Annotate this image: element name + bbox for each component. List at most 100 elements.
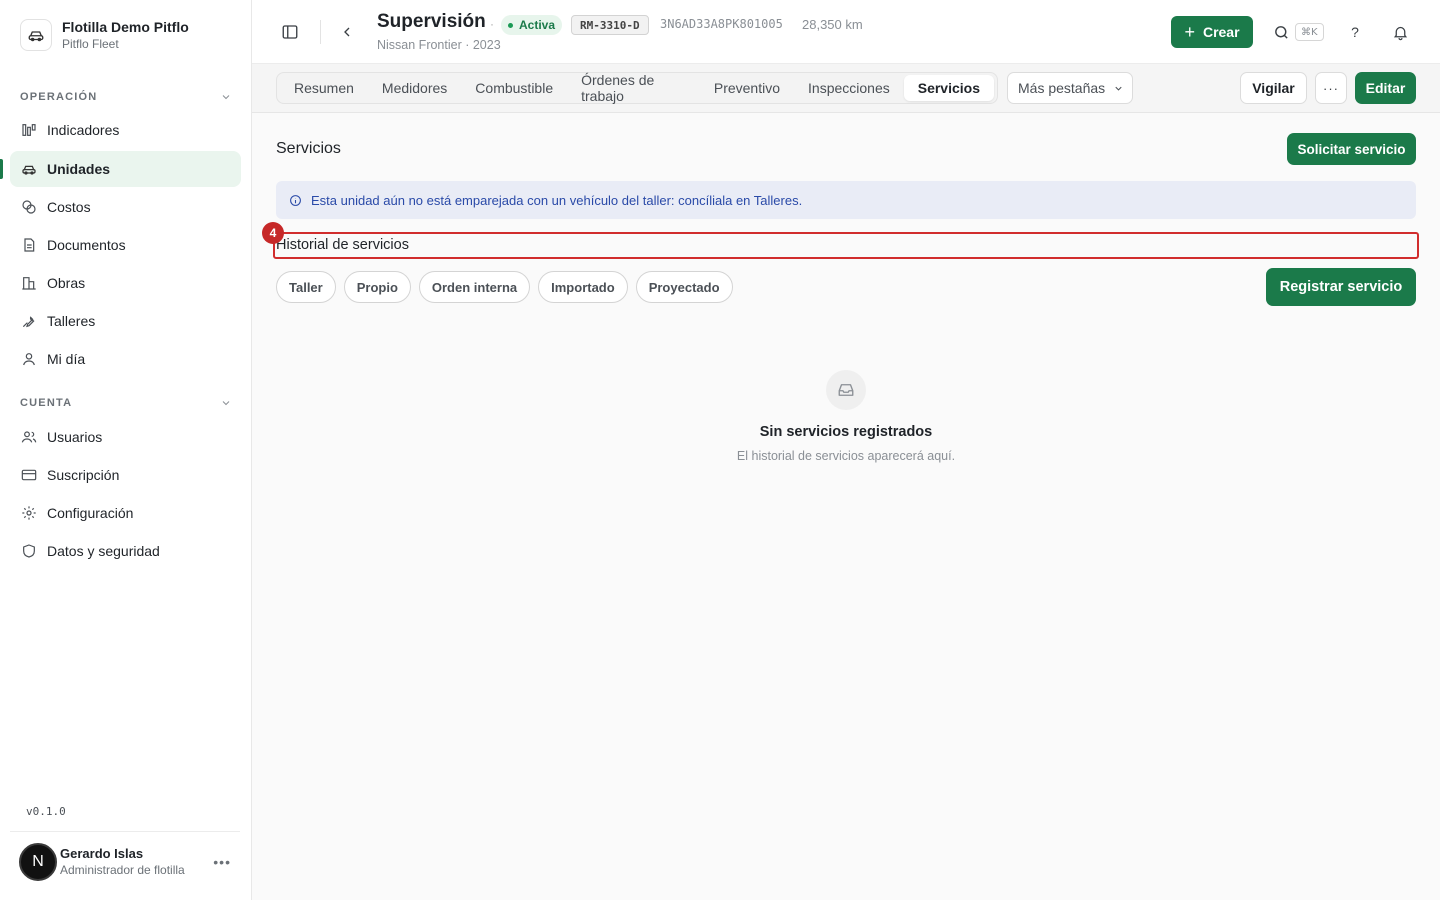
filter-chip-propio[interactable]: Propio: [343, 271, 411, 303]
back-arrow-icon[interactable]: [335, 20, 359, 44]
active-indicator: [0, 159, 3, 179]
sidebar-item-label: Datos y seguridad: [47, 543, 160, 559]
sidebar-item-costos[interactable]: Costos: [10, 189, 241, 225]
divider: [320, 20, 321, 44]
status-text: Activa: [519, 18, 556, 32]
gear-icon: [20, 505, 37, 522]
sidebar-item-documentos[interactable]: Documentos: [10, 227, 241, 263]
chevron-down-icon: [222, 401, 230, 406]
sidebar-item-label: Configuración: [47, 505, 134, 521]
user-menu[interactable]: N Gerardo Islas Administrador de flotill…: [19, 843, 239, 881]
annotation-badge: 4: [262, 222, 284, 244]
register-service-button[interactable]: Registrar servicio: [1266, 268, 1416, 306]
tab-combustible[interactable]: Combustible: [461, 75, 567, 101]
sidebar-item-label: Suscripción: [47, 467, 120, 483]
sidebar-item-unidades[interactable]: Unidades: [10, 151, 241, 187]
credit-card-icon: [20, 467, 37, 484]
more-actions-button[interactable]: ···: [1315, 72, 1347, 104]
more-tabs-dropdown[interactable]: Más pestañas: [1007, 72, 1133, 104]
divider: [10, 831, 240, 832]
filter-chips: Taller Propio Orden interna Importado Pr…: [276, 271, 741, 303]
tab-inspecciones[interactable]: Inspecciones: [794, 75, 904, 101]
filter-chip-proyectado[interactable]: Proyectado: [635, 271, 733, 303]
chevron-down-icon: [222, 95, 230, 100]
more-horizontal-icon[interactable]: •••: [213, 854, 231, 870]
create-button[interactable]: + Crear: [1171, 16, 1253, 48]
tab-list: Resumen Medidores Combustible Órdenes de…: [276, 72, 998, 104]
section-title: Servicios: [276, 140, 341, 157]
shortcut-hint: ⌘K: [1295, 23, 1324, 41]
inbox-icon: [826, 370, 866, 410]
vehicle-subtitle: Nissan Frontier · 2023: [377, 38, 501, 52]
plate-badge: RM-3310-D: [571, 15, 649, 35]
org-subtitle: Pitflo Fleet: [62, 37, 119, 51]
tab-ordenes-de-trabajo[interactable]: Órdenes de trabajo: [567, 72, 700, 104]
section-label: CUENTA: [20, 397, 73, 409]
sidebar-item-label: Usuarios: [47, 429, 103, 445]
document-icon: [20, 237, 37, 254]
shield-icon: [20, 543, 37, 560]
highlight-box: [273, 232, 1419, 259]
sidebar: Flotilla Demo Pitflo Pitflo Fleet OPERAC…: [0, 0, 252, 900]
more-tabs-label: Más pestañas: [1018, 80, 1106, 96]
sidebar-item-usuarios[interactable]: Usuarios: [10, 419, 241, 455]
sidebar-item-obras[interactable]: Obras: [10, 265, 241, 301]
tab-preventivo[interactable]: Preventivo: [700, 75, 794, 101]
empty-state-title: Sin servicios registrados: [759, 424, 933, 440]
sidebar-item-label: Indicadores: [47, 122, 120, 138]
sidebar-item-label: Talleres: [47, 313, 96, 329]
info-message: Esta unidad aún no está emparejada con u…: [311, 192, 803, 208]
vin-text: 3N6AD33A8PK801005: [660, 17, 783, 31]
sidebar-item-label: Documentos: [47, 237, 126, 253]
car-icon: [20, 161, 37, 178]
sidebar-item-label: Costos: [47, 199, 91, 215]
users-icon: [20, 429, 37, 446]
sidebar-item-suscripcion[interactable]: Suscripción: [10, 457, 241, 493]
tab-medidores[interactable]: Medidores: [368, 75, 461, 101]
sidebar-item-datos-seguridad[interactable]: Datos y seguridad: [10, 533, 241, 569]
create-label: Crear: [1202, 24, 1240, 40]
sidebar-item-label: Obras: [47, 275, 86, 291]
bell-icon[interactable]: [1389, 21, 1411, 43]
org-switcher[interactable]: Flotilla Demo Pitflo Pitflo Fleet: [20, 18, 189, 52]
sidebar-item-configuracion[interactable]: Configuración: [10, 495, 241, 531]
plus-icon: +: [1184, 22, 1195, 42]
user-icon: [20, 351, 37, 368]
filter-chip-orden-interna[interactable]: Orden interna: [418, 271, 531, 303]
wrench-icon: [20, 313, 37, 330]
separator-dot: ·: [490, 17, 494, 31]
help-icon[interactable]: ?: [1345, 21, 1365, 43]
user-name: Gerardo Islas: [60, 846, 144, 861]
sidebar-item-indicadores[interactable]: Indicadores: [10, 112, 241, 148]
section-label: OPERACIÓN: [20, 91, 98, 103]
section-cuenta-toggle[interactable]: CUENTA: [20, 397, 232, 409]
tab-resumen[interactable]: Resumen: [280, 75, 368, 101]
tab-servicios[interactable]: Servicios: [903, 75, 994, 101]
edit-button[interactable]: Editar: [1355, 72, 1416, 104]
status-dot-icon: [508, 22, 513, 28]
sidebar-item-talleres[interactable]: Talleres: [10, 303, 241, 339]
coins-icon: [20, 199, 37, 216]
sidebar-toggle-icon[interactable]: [278, 20, 302, 44]
search-icon[interactable]: [1271, 22, 1291, 42]
watch-button[interactable]: Vigilar: [1240, 72, 1307, 104]
sidebar-item-mi-dia[interactable]: Mi día: [10, 341, 241, 377]
sidebar-item-label: Mi día: [47, 351, 86, 367]
app-version: v0.1.0: [26, 805, 66, 818]
odometer-text: 28,350 km: [802, 17, 863, 32]
tab-bar: Resumen Medidores Combustible Órdenes de…: [252, 64, 1440, 113]
filter-chip-taller[interactable]: Taller: [276, 271, 336, 303]
avatar: N: [19, 843, 57, 881]
request-service-button[interactable]: Solicitar servicio: [1287, 133, 1416, 165]
status-badge: Activa: [501, 15, 563, 35]
buildings-icon: [20, 275, 37, 292]
user-role: Administrador de flotilla: [60, 863, 185, 877]
info-icon: [289, 194, 302, 207]
org-name: Flotilla Demo Pitflo: [62, 19, 189, 35]
page-header: Supervisión · Activa RM-3310-D 3N6AD33A8…: [252, 0, 1440, 64]
chevron-down-icon: [1115, 86, 1122, 91]
filter-chip-importado[interactable]: Importado: [538, 271, 628, 303]
empty-state-subtitle: El historial de servicios aparecerá aquí…: [736, 449, 956, 463]
history-title: Historial de servicios: [276, 237, 409, 253]
section-operacion-toggle[interactable]: OPERACIÓN: [20, 91, 232, 103]
